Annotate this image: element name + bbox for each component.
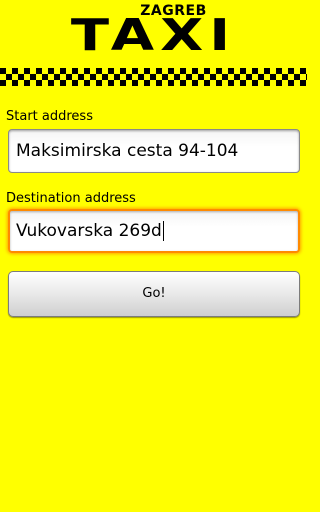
go-button[interactable]: Go! xyxy=(8,271,300,317)
destination-address-label: Destination address xyxy=(6,191,136,206)
start-address-value: Maksimirska cesta 94-104 xyxy=(16,141,239,161)
destination-address-value: Vukovarska 269d xyxy=(16,221,162,241)
taxi-logo: TAXI xyxy=(70,10,237,61)
start-address-input[interactable]: Maksimirska cesta 94-104 xyxy=(8,129,300,173)
app-header: ZAGREB TAXI xyxy=(0,0,307,92)
checkered-stripe xyxy=(0,68,307,86)
destination-address-input[interactable]: Vukovarska 269d xyxy=(8,209,300,253)
text-cursor xyxy=(162,221,164,241)
start-address-label: Start address xyxy=(6,109,93,124)
